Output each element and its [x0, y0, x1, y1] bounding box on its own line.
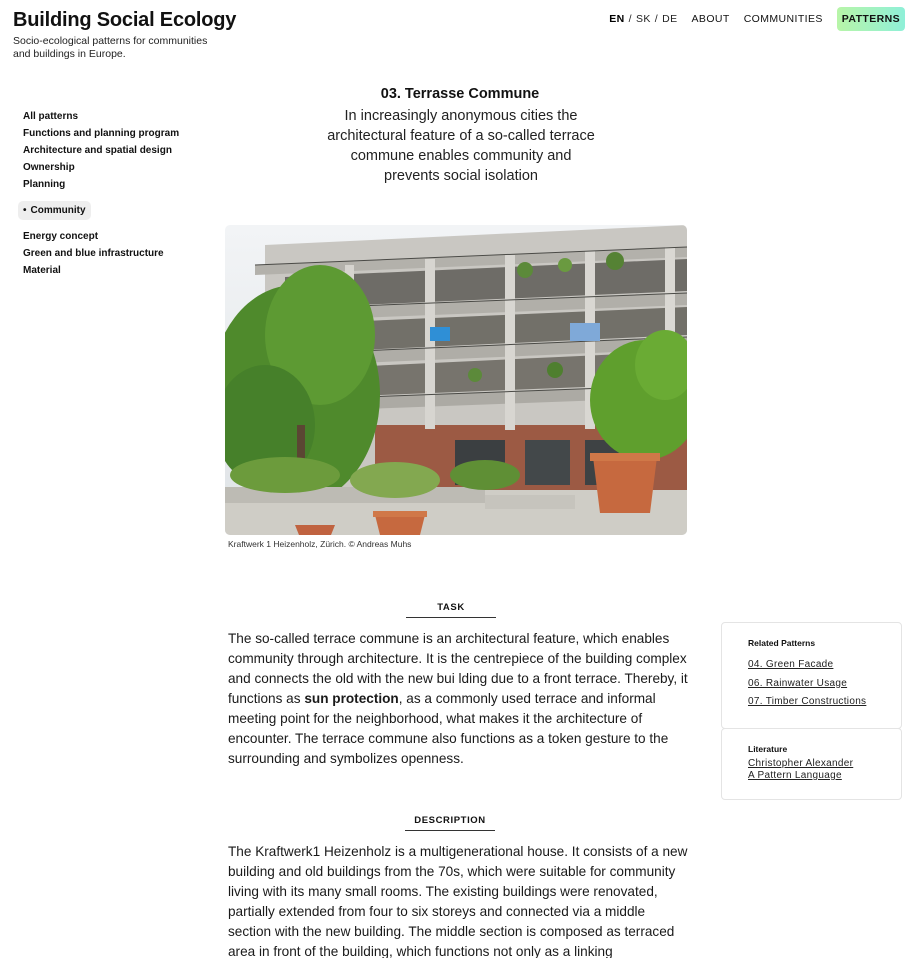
related-patterns-card: Related Patterns 04. Green Facade 06. Ra… [721, 622, 902, 729]
related-pattern-link[interactable]: 07. Timber Constructions [748, 693, 875, 712]
literature-card: Literature Christopher Alexander A Patte… [721, 728, 902, 800]
related-pattern-link[interactable]: 06. Rainwater Usage [748, 675, 875, 694]
task-text-emphasis: sun protection [304, 691, 399, 706]
pattern-title: 03. Terrasse Commune [380, 86, 540, 102]
nav-about-link[interactable]: ABOUT [692, 13, 730, 25]
sidebar-item-energy[interactable]: Energy concept [18, 228, 208, 245]
nav-communities-link[interactable]: COMMUNITIES [744, 13, 823, 25]
sidebar-item-green-blue[interactable]: Green and blue infrastructure [18, 245, 208, 262]
language-de-link[interactable]: DE [662, 13, 677, 25]
top-navigation: EN / SK / DE ABOUT COMMUNITIES PATTERNS [609, 7, 905, 31]
related-patterns-title: Related Patterns [748, 638, 816, 648]
nav-patterns-link[interactable]: PATTERNS [836, 7, 905, 31]
sidebar-item-material[interactable]: Material [18, 262, 208, 279]
sidebar-item-all-patterns[interactable]: All patterns [18, 108, 208, 125]
language-sk-link[interactable]: SK [636, 13, 651, 25]
sidebar-item-functions[interactable]: Functions and planning program [18, 125, 208, 142]
task-text: The so-called terrace commune is an arch… [228, 629, 690, 769]
description-heading: DESCRIPTION [405, 815, 495, 831]
language-separator: / [654, 13, 659, 25]
literature-book-link[interactable]: A Pattern Language [748, 770, 875, 782]
language-switcher: EN / SK / DE [609, 13, 677, 25]
terrace-building-illustration [225, 225, 687, 535]
category-sidebar: All patterns Functions and planning prog… [18, 108, 208, 279]
sidebar-item-planning[interactable]: Planning [18, 176, 208, 193]
task-heading: TASK [406, 602, 496, 618]
literature-title: Literature [748, 744, 788, 754]
sidebar-item-community[interactable]: Community [18, 201, 91, 220]
pattern-lead: In increasingly anonymous cities the arc… [327, 108, 595, 184]
photo-caption: Kraftwerk 1 Heizenholz, Zürich. © Andrea… [228, 539, 412, 549]
site-title[interactable]: Building Social Ecology [13, 9, 236, 32]
language-separator: / [628, 13, 632, 25]
pattern-photo [225, 225, 687, 535]
sidebar-item-ownership[interactable]: Ownership [18, 159, 208, 176]
description-text: The Kraftwerk1 Heizenholz is a multigene… [228, 844, 688, 958]
sidebar-item-architecture[interactable]: Architecture and spatial design [18, 142, 208, 159]
literature-author-link[interactable]: Christopher Alexander [748, 758, 875, 770]
related-pattern-link[interactable]: 04. Green Facade [748, 656, 875, 675]
language-en-link[interactable]: EN [609, 13, 624, 25]
site-subtitle: Socio-ecological patterns for communitie… [13, 35, 208, 60]
